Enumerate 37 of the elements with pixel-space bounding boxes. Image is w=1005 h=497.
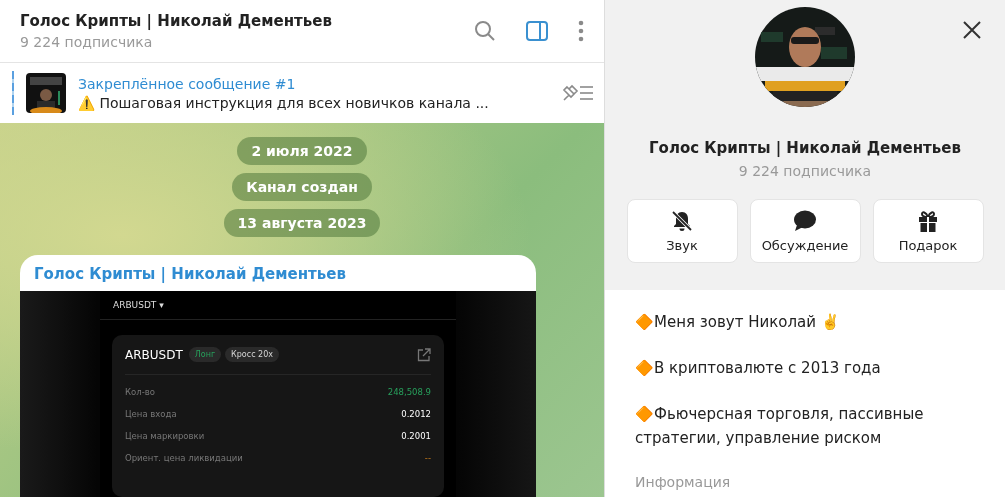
channel-name: Голос Крипты | Николай Дементьев	[649, 139, 961, 157]
field-label: Цена входа	[125, 409, 177, 419]
about-text: 🔶В криптовалюте с 2013 года	[635, 358, 882, 379]
field-value: --	[424, 453, 431, 463]
gift-icon	[918, 209, 938, 232]
about-text: 🔶Меня зовут Николай ✌	[635, 312, 841, 333]
position-tag: Лонг	[188, 347, 222, 362]
channel-title: Голос Крипты | Николай Дементьев	[20, 12, 332, 30]
pin-list-icon[interactable]	[560, 83, 594, 103]
field-label: Ориент. цена ликвидации	[125, 453, 243, 463]
search-icon[interactable]	[474, 20, 496, 42]
action-button[interactable]: Звук	[626, 199, 738, 263]
close-icon[interactable]	[963, 21, 981, 39]
field-value: 0.2012	[401, 409, 431, 419]
more-icon[interactable]	[578, 20, 584, 42]
speech-bubble-icon	[793, 209, 817, 232]
info-label: Информация	[635, 474, 732, 490]
field-label: Кол-во	[125, 387, 155, 397]
action-button[interactable]: Обсуждение	[749, 199, 861, 263]
field-label: Цена маркировки	[125, 431, 205, 441]
about-text: 🔶Фьючерсная торговля, пассивные стратегии, управление риском	[635, 404, 925, 449]
service-message: 13 августа 2023	[223, 209, 381, 237]
action-button[interactable]: Подарок	[872, 199, 984, 263]
subscriber-count: 9 224 подписчика	[738, 163, 872, 179]
pinned-text: ⚠ Пошаговая инструкция для всех новичков канала ...	[78, 94, 490, 111]
position-symbol: ARBUSDT	[125, 347, 183, 362]
position-tag: Кросс 20x	[225, 347, 279, 362]
service-message: 2 июля 2022	[237, 137, 367, 165]
sidebar-toggle-icon[interactable]	[526, 21, 548, 41]
share-icon	[417, 347, 431, 362]
subscriber-count: 9 224 подписчика	[20, 34, 154, 50]
field-value: 248,508.9	[387, 387, 431, 397]
muted-bell-icon	[671, 209, 693, 232]
pinned-title: Закреплённое сообщение #1	[78, 75, 297, 92]
field-value: 0.2001	[401, 431, 431, 441]
service-message: Канал создан	[232, 173, 372, 201]
message-author[interactable]: Голос Крипты | Николай Дементьев	[20, 255, 360, 291]
